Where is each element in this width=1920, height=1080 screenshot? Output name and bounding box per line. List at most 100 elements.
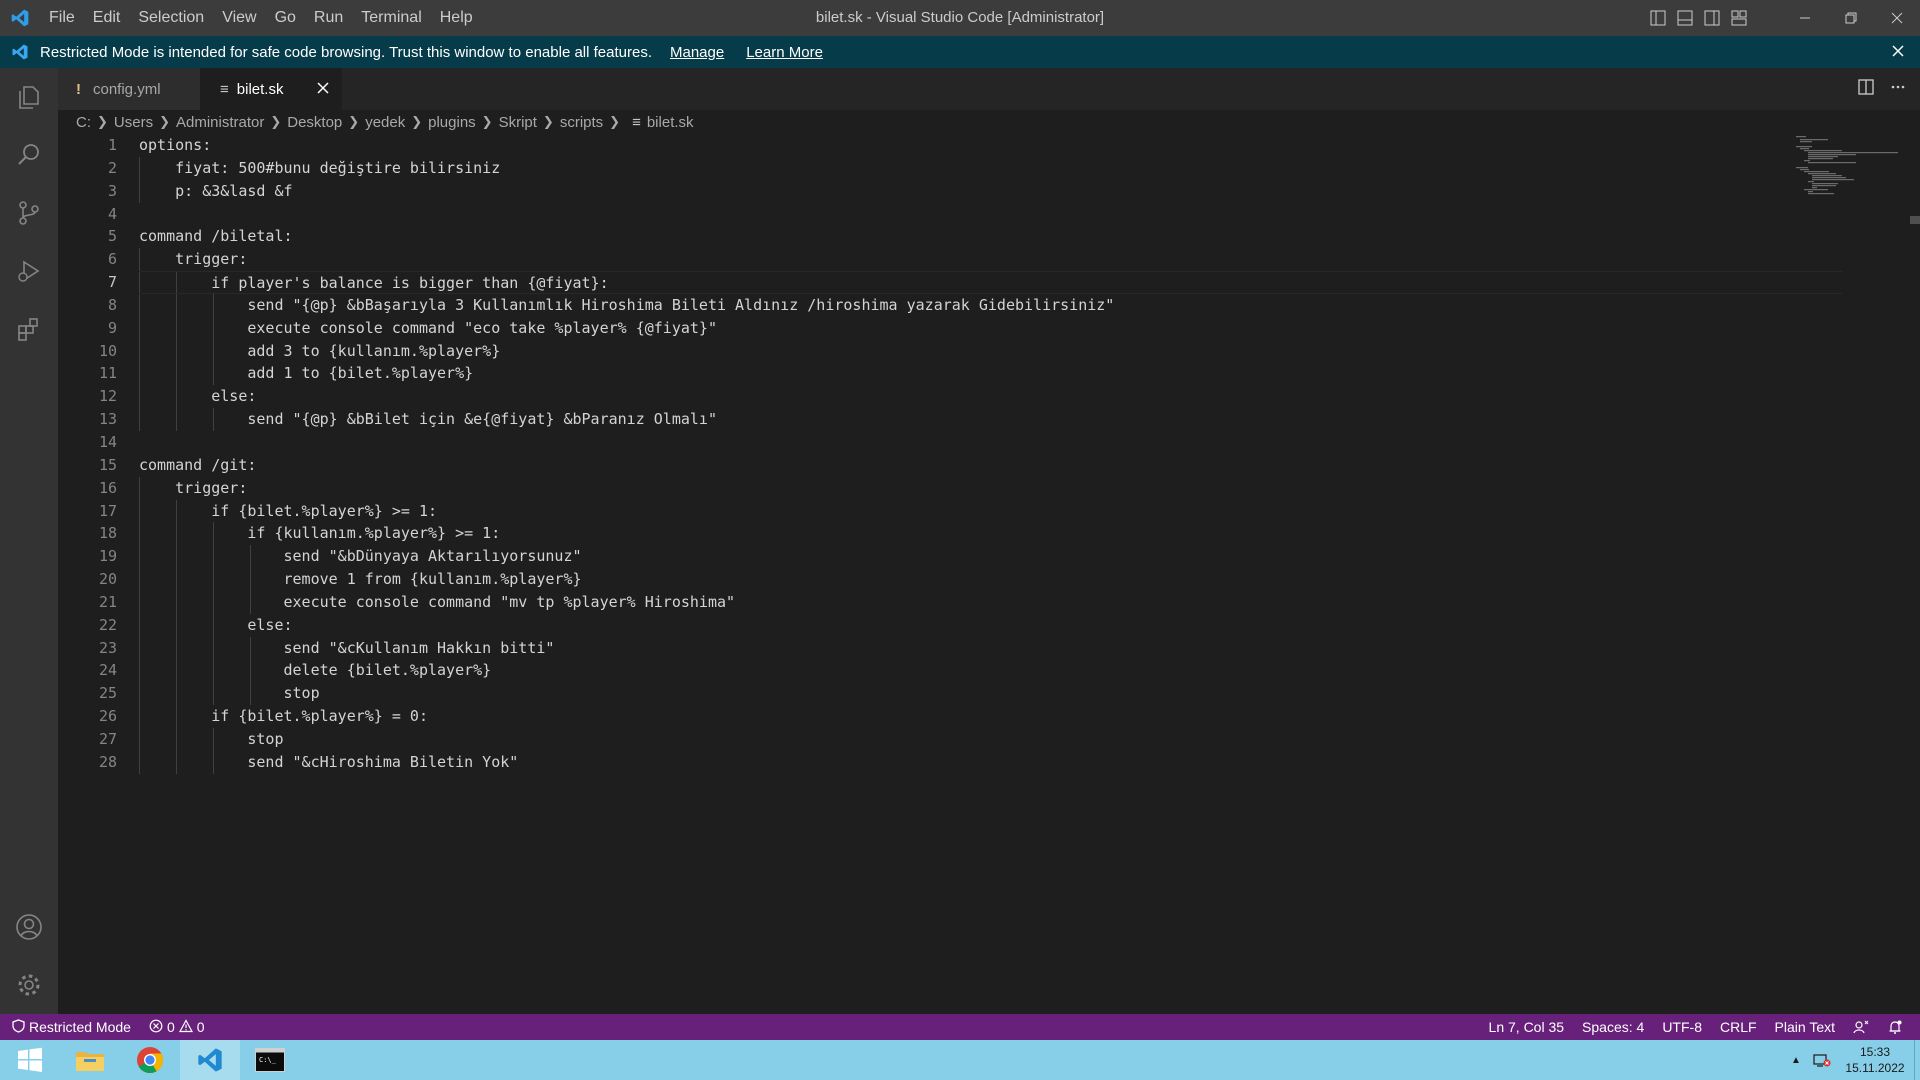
code-line[interactable]: fiyat: 500#bunu değiştire bilirsiniz xyxy=(139,157,1839,180)
code-line[interactable]: if {bilet.%player%} = 0: xyxy=(139,705,1839,728)
code-line[interactable]: stop xyxy=(139,728,1839,751)
file-explorer-icon[interactable] xyxy=(60,1040,120,1080)
crumb-administrator[interactable]: Administrator xyxy=(176,114,264,131)
close-window-icon[interactable] xyxy=(1874,0,1920,36)
problems-status[interactable]: 0 0 xyxy=(140,1014,214,1040)
chevron-right-icon: ❯ xyxy=(609,114,621,129)
chevron-right-icon: ❯ xyxy=(348,114,360,129)
vscode-taskbar-icon[interactable] xyxy=(180,1040,240,1080)
close-tab-icon[interactable] xyxy=(316,81,330,99)
crumb-plugins[interactable]: plugins xyxy=(428,114,476,131)
line-number: 1 xyxy=(107,136,117,154)
crumb-desktop[interactable]: Desktop xyxy=(287,114,342,131)
run-debug-icon[interactable] xyxy=(0,242,58,300)
code-line[interactable]: execute console command "mv tp %player% … xyxy=(139,591,1839,614)
crumb-yedek[interactable]: yedek xyxy=(365,114,405,131)
menu-go[interactable]: Go xyxy=(266,0,305,36)
line-number: 19 xyxy=(98,547,117,566)
crumb-skript[interactable]: Skript xyxy=(499,114,537,131)
split-editor-icon[interactable] xyxy=(1858,79,1874,99)
language-mode-status[interactable]: Plain Text xyxy=(1766,1014,1844,1040)
eol-status[interactable]: CRLF xyxy=(1711,1014,1766,1040)
code-line[interactable]: send "&cKullanım Hakkın bitti" xyxy=(139,637,1839,660)
code-editor[interactable]: 1 2 3 4 5 6 7 8 9 10 11 12 13 14 15 16 17 18 19 20 21 22 23 24 2… xyxy=(58,134,1920,1014)
code-line[interactable]: if {kullanım.%player%} >= 1: xyxy=(139,522,1839,545)
code-line[interactable]: command /git: xyxy=(139,454,1839,477)
code-line[interactable] xyxy=(139,431,1839,454)
encoding-status[interactable]: UTF-8 xyxy=(1653,1014,1711,1040)
chrome-icon[interactable] xyxy=(120,1040,180,1080)
code-line[interactable]: send "&bDünyaya Aktarılıyorsunuz" xyxy=(139,545,1839,568)
code-line[interactable]: else: xyxy=(139,385,1839,408)
code-line[interactable]: trigger: xyxy=(139,248,1839,271)
code-line[interactable] xyxy=(139,203,1839,226)
code-line[interactable]: stop xyxy=(139,682,1839,705)
cursor-position[interactable]: Ln 7, Col 35 xyxy=(1480,1014,1574,1040)
indentation-status[interactable]: Spaces: 4 xyxy=(1573,1014,1653,1040)
menu-run[interactable]: Run xyxy=(305,0,352,36)
code-line[interactable]: if {bilet.%player%} >= 1: xyxy=(139,500,1839,523)
code-line[interactable]: send "{@p} &bBilet için &e{@fiyat} &bPar… xyxy=(139,408,1839,431)
code-area[interactable]: options: fiyat: 500#bunu değiştire bilir… xyxy=(139,134,1842,774)
menu-view[interactable]: View xyxy=(213,0,265,36)
restricted-mode-status[interactable]: Restricted Mode xyxy=(0,1014,140,1040)
toggle-panel-icon[interactable] xyxy=(1671,0,1698,36)
menu-selection[interactable]: Selection xyxy=(129,0,213,36)
line-number: 15 xyxy=(98,455,117,474)
menu-edit[interactable]: Edit xyxy=(84,0,130,36)
code-line[interactable]: add 3 to {kullanım.%player%} xyxy=(139,340,1839,363)
close-icon[interactable] xyxy=(1890,43,1906,63)
feedback-icon[interactable] xyxy=(1844,1014,1878,1040)
crumb-file[interactable]: bilet.sk xyxy=(647,114,694,131)
search-icon[interactable] xyxy=(0,126,58,184)
line-number: 23 xyxy=(98,638,117,657)
code-line[interactable]: command /biletal: xyxy=(139,225,1839,248)
code-line[interactable]: trigger: xyxy=(139,477,1839,500)
code-line[interactable]: send "&cHiroshima Biletin Yok" xyxy=(139,751,1839,774)
manage-gear-icon[interactable] xyxy=(0,956,58,1014)
clock-date: 15.11.2022 xyxy=(1845,1061,1905,1075)
crumb-drive[interactable]: C: xyxy=(76,114,91,131)
crumb-users[interactable]: Users xyxy=(114,114,153,131)
line-number: 3 xyxy=(107,181,117,200)
windows-start-icon[interactable] xyxy=(0,1040,60,1080)
code-line[interactable]: execute console command "eco take %playe… xyxy=(139,317,1839,340)
extensions-icon[interactable] xyxy=(0,300,58,358)
customize-layout-icon[interactable] xyxy=(1725,0,1752,36)
line-number: 11 xyxy=(98,364,117,383)
show-hidden-icons-icon[interactable]: ▲ xyxy=(1784,1055,1808,1066)
code-line[interactable]: p: &3&lasd &f xyxy=(139,180,1839,203)
toggle-sidebar-icon[interactable] xyxy=(1644,0,1671,36)
explorer-icon[interactable] xyxy=(0,68,58,126)
code-line[interactable]: options: xyxy=(139,134,1839,157)
code-line[interactable]: add 1 to {bilet.%player%} xyxy=(139,362,1839,385)
show-desktop-button[interactable] xyxy=(1914,1040,1920,1080)
menu-help[interactable]: Help xyxy=(431,0,482,36)
code-line[interactable]: if player's balance is bigger than {@fiy… xyxy=(139,271,1842,294)
line-number: 5 xyxy=(107,227,117,246)
restore-icon[interactable] xyxy=(1828,0,1874,36)
minimize-icon[interactable] xyxy=(1782,0,1828,36)
menu-file[interactable]: File xyxy=(40,0,84,36)
notifications-bell-icon[interactable] xyxy=(1878,1014,1912,1040)
crumb-scripts[interactable]: scripts xyxy=(560,114,603,131)
learn-more-link[interactable]: Learn More xyxy=(746,44,823,61)
tab-bilet-sk[interactable]: ≡ bilet.sk xyxy=(200,68,342,110)
scrollbar-thumb[interactable] xyxy=(1910,216,1920,224)
line-number: 27 xyxy=(98,729,117,748)
code-line[interactable]: delete {bilet.%player%} xyxy=(139,659,1839,682)
code-line[interactable]: remove 1 from {kullanım.%player%} xyxy=(139,568,1839,591)
toggle-secondary-sidebar-icon[interactable] xyxy=(1698,0,1725,36)
network-icon[interactable] xyxy=(1808,1052,1836,1068)
command-prompt-icon[interactable]: C:\_ xyxy=(240,1040,300,1080)
taskbar-clock[interactable]: 15:33 15.11.2022 xyxy=(1836,1044,1914,1076)
menu-terminal[interactable]: Terminal xyxy=(352,0,430,36)
manage-link[interactable]: Manage xyxy=(670,44,724,61)
tab-config-yml[interactable]: ! config.yml xyxy=(58,68,200,110)
accounts-icon[interactable] xyxy=(0,898,58,956)
minimap[interactable] xyxy=(1796,134,1906,204)
code-line[interactable]: send "{@p} &bBaşarıyla 3 Kullanımlık Hir… xyxy=(139,294,1839,317)
more-actions-icon[interactable] xyxy=(1890,79,1906,99)
code-line[interactable]: else: xyxy=(139,614,1839,637)
source-control-icon[interactable] xyxy=(0,184,58,242)
